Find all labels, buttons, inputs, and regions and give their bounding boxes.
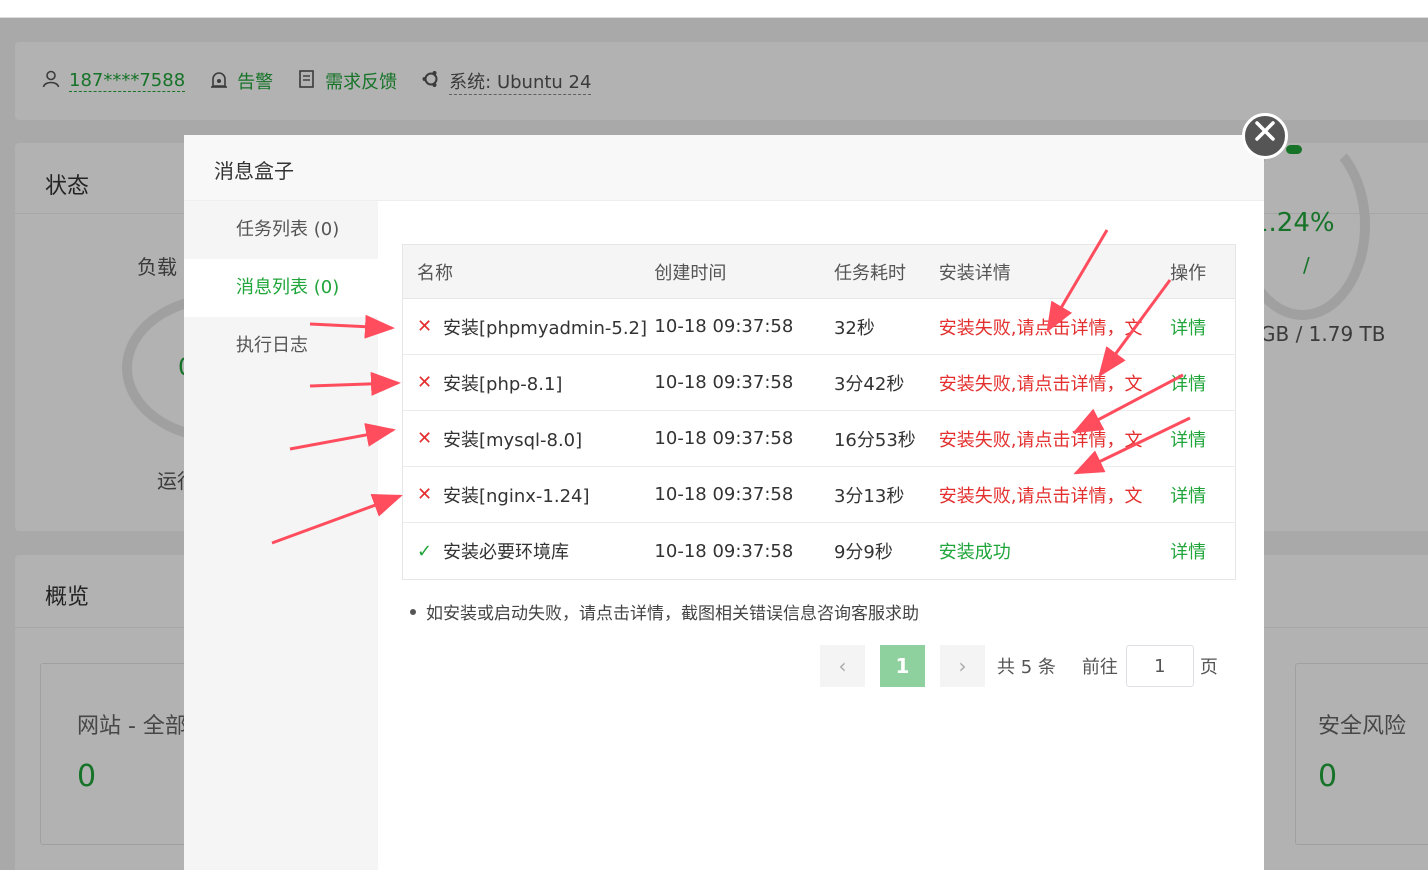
tab-execution-log[interactable]: 执行日志 <box>184 317 378 375</box>
dialog-sidebar: 任务列表 (0) 消息列表 (0) 执行日志 <box>184 201 378 870</box>
task-detail-fail: 安装失败,请点击详情，文 <box>938 373 1143 395</box>
help-note-text: 如安装或启动失败，请点击详情，截图相关错误信息咨询客服求助 <box>426 604 919 624</box>
table-row: ✕ 安装[nginx-1.24] 10-18 09:37:58 3分13秒 安装失… <box>403 467 1235 523</box>
header-duration: 任务耗时 <box>833 262 906 284</box>
dialog-close-button[interactable] <box>1242 113 1288 159</box>
next-page-button[interactable]: › <box>940 645 985 687</box>
task-duration: 3分42秒 <box>833 373 905 395</box>
fail-x-icon: ✕ <box>417 372 433 393</box>
total-count: 共 5 条 <box>997 657 1056 678</box>
page-number-button[interactable]: 1 <box>880 645 925 687</box>
dialog-title: 消息盒子 <box>214 159 294 183</box>
task-name: 安装[nginx-1.24] <box>443 485 590 507</box>
task-name: 安装[mysql-8.0] <box>443 429 583 451</box>
task-name: 安装[phpmyadmin-5.2] <box>443 317 648 339</box>
fail-x-icon: ✕ <box>417 316 433 337</box>
browser-toolbar-strip <box>0 0 1428 18</box>
details-link[interactable]: 详情 <box>1170 355 1235 410</box>
prev-page-button[interactable]: ‹ <box>820 645 865 687</box>
message-box-dialog: 消息盒子 任务列表 (0) 消息列表 (0) 执行日志 名称 创建时间 任务耗时… <box>184 135 1264 870</box>
details-link[interactable]: 详情 <box>1170 467 1235 522</box>
table-row: ✕ 安装[phpmyadmin-5.2] 10-18 09:37:58 32秒 安… <box>403 299 1235 355</box>
pagination: ‹ 1 › 共 5 条 前往 页 <box>820 645 1218 687</box>
details-link[interactable]: 详情 <box>1170 299 1235 354</box>
dialog-content: 名称 创建时间 任务耗时 安装详情 操作 ✕ 安装[phpmyadmin-5.2]… <box>378 201 1264 870</box>
message-table: 名称 创建时间 任务耗时 安装详情 操作 ✕ 安装[phpmyadmin-5.2]… <box>402 244 1236 580</box>
task-time: 10-18 09:37:58 <box>654 372 794 393</box>
task-time: 10-18 09:37:58 <box>654 540 794 562</box>
goto-label: 前往 <box>1081 657 1118 678</box>
task-detail-fail: 安装失败,请点击详情，文 <box>938 429 1143 451</box>
task-name: 安装必要环境库 <box>443 542 569 563</box>
tab-message-list[interactable]: 消息列表 (0) <box>184 259 378 317</box>
task-duration: 9分9秒 <box>833 542 893 563</box>
fail-x-icon: ✕ <box>417 484 433 505</box>
details-link[interactable]: 详情 <box>1170 523 1235 579</box>
task-time: 10-18 09:37:58 <box>654 316 794 337</box>
table-row: ✓ 安装必要环境库 10-18 09:37:58 9分9秒 安装成功 详情 <box>403 523 1235 579</box>
bullet-dot <box>410 608 416 615</box>
task-duration: 16分53秒 <box>833 429 916 451</box>
table-header: 名称 创建时间 任务耗时 安装详情 操作 <box>403 245 1235 299</box>
tab-task-list[interactable]: 任务列表 (0) <box>184 201 378 259</box>
success-check-icon: ✓ <box>417 540 433 562</box>
task-name: 安装[php-8.1] <box>443 373 563 395</box>
task-duration: 32秒 <box>833 317 875 339</box>
goto-page-input[interactable] <box>1125 645 1194 687</box>
task-duration: 3分13秒 <box>833 485 905 507</box>
table-row: ✕ 安装[mysql-8.0] 10-18 09:37:58 16分53秒 安装失… <box>403 411 1235 467</box>
task-detail-success: 安装成功 <box>938 542 1011 563</box>
task-detail-fail: 安装失败,请点击详情，文 <box>938 485 1143 507</box>
page-suffix: 页 <box>1199 657 1218 678</box>
task-time: 10-18 09:37:58 <box>654 484 794 505</box>
header-action: 操作 <box>1170 262 1207 284</box>
task-detail-fail: 安装失败,请点击详情，文 <box>938 317 1143 339</box>
fail-x-icon: ✕ <box>417 428 433 449</box>
details-link[interactable]: 详情 <box>1170 411 1235 466</box>
header-install-detail: 安装详情 <box>938 262 1011 284</box>
dialog-header: 消息盒子 <box>184 135 1264 201</box>
header-name: 名称 <box>417 262 453 284</box>
close-icon <box>1255 121 1275 141</box>
header-created-time: 创建时间 <box>654 262 727 284</box>
table-row: ✕ 安装[php-8.1] 10-18 09:37:58 3分42秒 安装失败,请… <box>403 355 1235 411</box>
task-time: 10-18 09:37:58 <box>654 428 794 449</box>
help-note: 如安装或启动失败，请点击详情，截图相关错误信息咨询客服求助 <box>410 599 919 624</box>
